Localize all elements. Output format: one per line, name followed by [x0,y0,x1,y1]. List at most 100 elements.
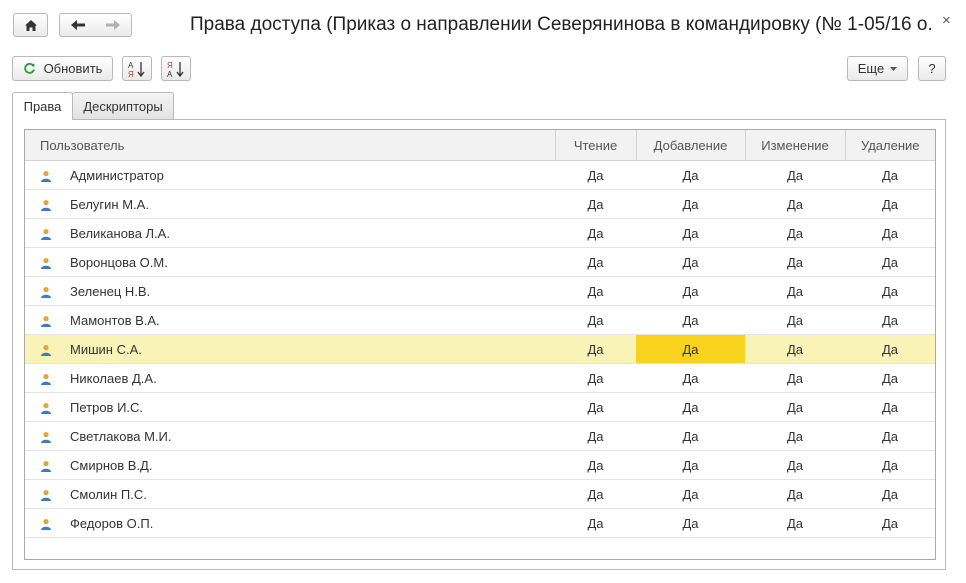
column-header-delete[interactable]: Удаление [844,130,935,161]
delete-permission-cell[interactable]: Да [845,392,935,422]
add-permission-cell[interactable]: Да [636,479,745,509]
add-permission-cell[interactable]: Да [636,189,745,219]
add-permission-cell[interactable]: Да [636,247,745,277]
user-cell[interactable]: Белугин М.А. [25,189,555,219]
delete-permission-cell[interactable]: Да [845,508,935,538]
delete-permission-cell[interactable]: Да [845,450,935,480]
change-permission-cell[interactable]: Да [745,160,845,190]
table-row[interactable]: Великанова Л.А. Да Да Да Да [25,218,935,248]
table-row[interactable]: Петров И.С. Да Да Да Да [25,392,935,422]
column-header-add[interactable]: Добавление [635,130,745,161]
change-permission-cell[interactable]: Да [745,334,845,364]
read-permission-cell[interactable]: Да [555,363,636,393]
delete-permission-cell[interactable]: Да [845,305,935,335]
user-cell[interactable]: Николаев Д.А. [25,363,555,393]
user-cell[interactable]: Великанова Л.А. [25,218,555,248]
change-permission-cell[interactable]: Да [745,392,845,422]
read-permission-cell[interactable]: Да [555,305,636,335]
delete-permission-cell[interactable]: Да [845,363,935,393]
read-permission-cell[interactable]: Да [555,276,636,306]
user-name: Великанова Л.А. [70,225,170,241]
add-permission-cell[interactable]: Да [636,218,745,248]
user-cell[interactable]: Федоров О.П. [25,508,555,538]
read-permission-cell[interactable]: Да [555,508,636,538]
add-permission-cell[interactable]: Да [636,305,745,335]
table-row[interactable]: Смолин П.С. Да Да Да Да [25,479,935,509]
help-button[interactable]: ? [918,56,946,81]
read-permission-cell[interactable]: Да [555,479,636,509]
refresh-button[interactable]: Обновить [12,56,113,81]
read-permission-cell[interactable]: Да [555,247,636,277]
tab-rights[interactable]: Права [12,92,73,120]
change-permission-cell[interactable]: Да [745,189,845,219]
user-cell[interactable]: Зеленец Н.В. [25,276,555,306]
change-permission-cell[interactable]: Да [745,508,845,538]
read-permission-cell[interactable]: Да [555,334,636,364]
user-cell[interactable]: Воронцова О.М. [25,247,555,277]
close-icon[interactable]: × [942,12,951,29]
change-permission-cell[interactable]: Да [745,305,845,335]
table-row[interactable]: Воронцова О.М. Да Да Да Да [25,247,935,277]
table-row[interactable]: Мамонтов В.А. Да Да Да Да [25,305,935,335]
add-permission-cell[interactable]: Да [636,160,745,190]
add-permission-cell[interactable]: Да [636,392,745,422]
table-row[interactable]: Николаев Д.А. Да Да Да Да [25,363,935,393]
back-arrow-icon[interactable] [70,19,86,31]
column-header-read[interactable]: Чтение [554,130,636,161]
user-cell[interactable]: Мишин С.А. [25,334,555,364]
change-permission-cell[interactable]: Да [745,421,845,451]
home-icon [24,19,37,31]
user-icon [41,402,51,414]
delete-permission-cell[interactable]: Да [845,218,935,248]
user-name: Федоров О.П. [70,515,154,531]
home-button[interactable] [13,13,48,37]
change-permission-cell[interactable]: Да [745,247,845,277]
forward-arrow-icon[interactable] [105,19,121,31]
user-cell[interactable]: Петров И.С. [25,392,555,422]
add-permission-cell[interactable]: Да [636,363,745,393]
change-permission-cell[interactable]: Да [745,479,845,509]
user-cell[interactable]: Мамонтов В.А. [25,305,555,335]
delete-permission-cell[interactable]: Да [845,334,935,364]
add-permission-cell[interactable]: Да [636,421,745,451]
delete-permission-cell[interactable]: Да [845,479,935,509]
read-permission-cell[interactable]: Да [555,160,636,190]
table-row[interactable]: Светлакова М.И. Да Да Да Да [25,421,935,451]
read-permission-cell[interactable]: Да [555,421,636,451]
user-cell[interactable]: Смолин П.С. [25,479,555,509]
delete-permission-cell[interactable]: Да [845,276,935,306]
change-permission-cell[interactable]: Да [745,218,845,248]
user-cell[interactable]: Смирнов В.Д. [25,450,555,480]
tab-descriptors[interactable]: Дескрипторы [72,92,174,119]
add-permission-cell[interactable]: Да [636,334,745,364]
add-permission-cell[interactable]: Да [636,508,745,538]
change-permission-cell[interactable]: Да [745,450,845,480]
delete-permission-cell[interactable]: Да [845,421,935,451]
table-row[interactable]: Зеленец Н.В. Да Да Да Да [25,276,935,306]
column-header-change[interactable]: Изменение [744,130,845,161]
read-permission-cell[interactable]: Да [555,189,636,219]
read-permission-cell[interactable]: Да [555,218,636,248]
add-permission-cell[interactable]: Да [636,450,745,480]
table-row[interactable]: Администратор Да Да Да Да [25,160,935,190]
sort-ascending-icon: А Я [128,61,145,78]
delete-permission-cell[interactable]: Да [845,247,935,277]
sort-ascending-button[interactable]: А Я [122,56,152,81]
read-permission-cell[interactable]: Да [555,450,636,480]
column-header-user[interactable]: Пользователь [25,130,555,161]
more-menu-button[interactable]: Еще [847,56,908,81]
access-rights-grid[interactable]: Пользователь Чтение Добавление Изменение… [24,129,936,560]
table-row[interactable]: Мишин С.А. Да Да Да Да [25,334,935,364]
add-permission-cell[interactable]: Да [636,276,745,306]
table-row[interactable]: Смирнов В.Д. Да Да Да Да [25,450,935,480]
delete-permission-cell[interactable]: Да [845,189,935,219]
read-permission-cell[interactable]: Да [555,392,636,422]
table-row[interactable]: Федоров О.П. Да Да Да Да [25,508,935,538]
delete-permission-cell[interactable]: Да [845,160,935,190]
table-row[interactable]: Белугин М.А. Да Да Да Да [25,189,935,219]
user-cell[interactable]: Светлакова М.И. [25,421,555,451]
change-permission-cell[interactable]: Да [745,276,845,306]
user-cell[interactable]: Администратор [25,160,555,190]
change-permission-cell[interactable]: Да [745,363,845,393]
sort-descending-button[interactable]: Я А [161,56,191,81]
